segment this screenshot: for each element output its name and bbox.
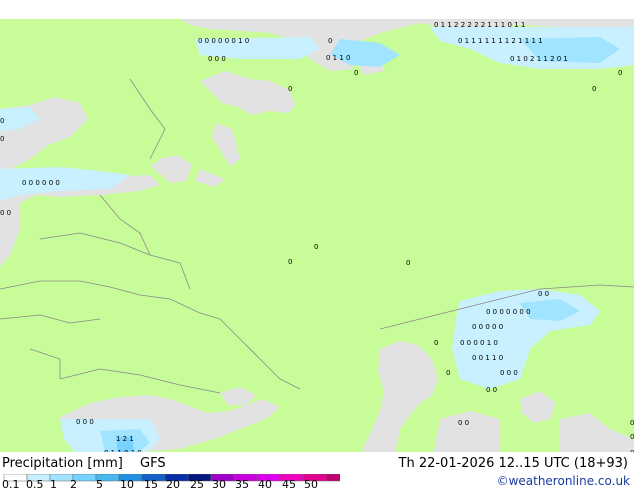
legend-swatch: [325, 474, 340, 482]
legend-tick-label: 2: [70, 478, 77, 491]
value-label: 0 1 1 2 2 2 2 2 1 1 1 0 1 1: [434, 21, 525, 29]
value-label: 0: [288, 258, 292, 266]
value-label: 0: [406, 259, 410, 267]
footer-model: GFS: [140, 456, 166, 471]
credit-link[interactable]: ©weatheronline.co.uk: [497, 474, 630, 488]
value-label: 0: [630, 419, 634, 427]
value-label: 0 0: [538, 290, 549, 298]
footer-valid-time: Th 22-01-2026 12..15 UTC (18+93): [398, 456, 629, 471]
legend-tick-label: 15: [144, 478, 158, 491]
legend-tick-label: 50: [304, 478, 318, 491]
value-label: 0 0 0 0 0: [472, 323, 503, 331]
value-label: 0: [314, 243, 318, 251]
value-label: 0 0 0 0 0 0: [22, 179, 60, 187]
value-label: 0: [630, 433, 634, 441]
value-label: 0: [288, 85, 292, 93]
value-label: 0: [446, 369, 450, 377]
value-label: 0 0: [0, 209, 11, 217]
footer-title: Precipitation [mm]: [2, 456, 123, 471]
value-label: 0: [354, 69, 358, 77]
value-label: 0: [0, 117, 4, 125]
legend-tick-label: 1: [50, 478, 57, 491]
legend-tick-label: 25: [190, 478, 204, 491]
legend-tick-label: 0.5: [26, 478, 44, 491]
value-label: 0: [592, 85, 596, 93]
value-label: 0 0 0: [76, 418, 94, 426]
value-label: 0: [434, 339, 438, 347]
value-label: 0 0: [458, 419, 469, 427]
value-label: 0: [0, 135, 4, 143]
legend-tick-label: 40: [258, 478, 272, 491]
legend-tick-label: 45: [282, 478, 296, 491]
legend-tick-label: 5: [96, 478, 103, 491]
legend-tick-label: 30: [212, 478, 226, 491]
legend-tick-label: 0.1: [2, 478, 20, 491]
value-label: 0 0 0 0 0 0 0: [486, 308, 531, 316]
value-label: 0 0 0: [208, 55, 226, 63]
value-label: 0 1 0 2 1 1 2 0 1: [510, 55, 568, 63]
value-label: 0: [328, 37, 332, 45]
value-label: 1 2 1: [116, 435, 134, 443]
legend-tick-label: 10: [120, 478, 134, 491]
value-label: 0 1 1 0: [326, 54, 351, 62]
value-label: 0 0: [486, 386, 497, 394]
value-label: 0 0 0 0 1 0: [460, 339, 498, 347]
value-label: 0 1 1 1 1 1 1 1 2 1 1 1 1: [458, 37, 543, 45]
legend-tick-label: 35: [235, 478, 249, 491]
value-label: 0 0 1 1 0: [472, 354, 503, 362]
value-label: 0: [618, 69, 622, 77]
value-label: 0 0 0 0 0 0 1 0: [198, 37, 249, 45]
precipitation-map: 0 0 0 0 0 0 1 0 0 0 0 0 0 1 1 0 0 0 1 1 …: [0, 19, 634, 471]
value-label: 0 0 0: [500, 369, 518, 377]
legend-tick-label: 20: [166, 478, 180, 491]
